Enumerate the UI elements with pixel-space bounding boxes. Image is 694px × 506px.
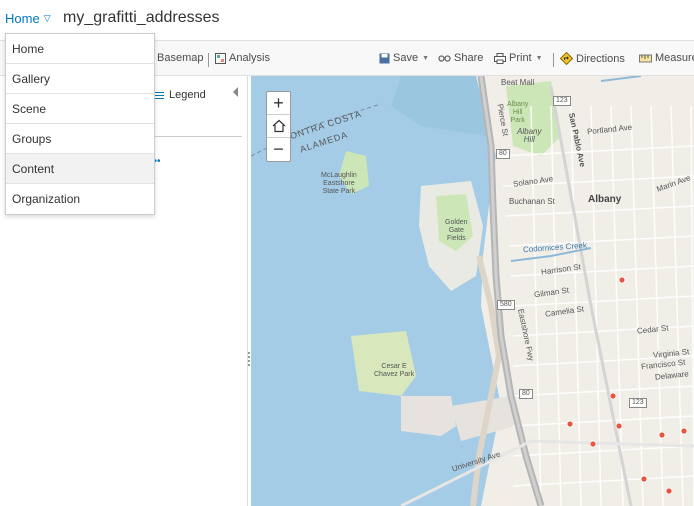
collapse-pane-icon[interactable]: [233, 87, 238, 97]
menu-item-scene[interactable]: Scene: [6, 94, 154, 124]
park-label: McLaughlin Eastshore State Park: [321, 172, 357, 195]
route-shield: 123: [553, 96, 571, 106]
pane-divider: [150, 136, 242, 137]
directions-icon: [560, 52, 573, 65]
park-label: Albany Hill Park: [507, 101, 529, 124]
place-label: Beat Mall: [501, 78, 535, 87]
toolbar-divider: [553, 53, 554, 67]
menu-item-organization[interactable]: Organization: [6, 184, 154, 214]
share-label[interactable]: Share: [454, 52, 483, 64]
save-icon: [379, 53, 390, 63]
share-icon: [438, 54, 451, 62]
save-button[interactable]: Save ▼: [379, 52, 429, 64]
home-label[interactable]: Home: [5, 11, 40, 26]
home-extent-button[interactable]: [267, 115, 290, 138]
park-label: Golden Gate Fields: [445, 219, 468, 242]
map-view[interactable]: CONTRA COSTA ALAMEDA McLaughlin Eastshor…: [251, 76, 694, 506]
menu-item-content[interactable]: Content: [6, 154, 154, 184]
street-label: Buchanan St: [509, 197, 555, 206]
share-button[interactable]: Share: [438, 52, 483, 64]
route-shield: 80: [496, 149, 510, 159]
zoom-out-button[interactable]: −: [267, 138, 290, 161]
measure-button[interactable]: Measure: [639, 52, 694, 64]
park-label: Cesar E Chavez Park: [374, 363, 415, 378]
analysis-icon: [215, 52, 226, 64]
home-dropdown-menu: Home Gallery Scene Groups Content Organi…: [5, 33, 155, 215]
menu-item-gallery[interactable]: Gallery: [6, 64, 154, 94]
print-button[interactable]: Print ▼: [494, 52, 543, 64]
zoom-controls: + −: [266, 91, 291, 162]
print-icon: [494, 52, 506, 64]
analysis-button[interactable]: Analysis: [215, 52, 270, 64]
directions-label[interactable]: Directions: [576, 53, 625, 65]
menu-item-groups[interactable]: Groups: [6, 124, 154, 154]
route-shield: 123: [629, 398, 647, 408]
save-label[interactable]: Save: [393, 52, 418, 64]
basemap-label[interactable]: Basemap: [157, 52, 203, 64]
chevron-down-icon[interactable]: ▼: [422, 55, 429, 62]
route-shield: 80: [519, 389, 533, 399]
measure-label[interactable]: Measure: [655, 52, 694, 64]
menu-item-home[interactable]: Home: [6, 34, 154, 64]
home-menu-button[interactable]: Home ▽: [5, 11, 51, 26]
legend-tab[interactable]: Legend: [155, 89, 206, 101]
map-title: my_grafitti_addresses: [63, 9, 220, 26]
app-root: Home ▽ my_grafitti_addresses Basemap Ana…: [0, 0, 694, 506]
home-icon: [272, 119, 285, 133]
city-label: Albany: [588, 194, 622, 205]
chevron-down-icon[interactable]: ▼: [536, 55, 543, 62]
legend-label[interactable]: Legend: [169, 89, 206, 101]
toolbar-divider: [208, 53, 209, 67]
measure-icon: [639, 54, 652, 62]
legend-icon: [155, 90, 164, 101]
directions-button[interactable]: Directions: [560, 52, 625, 65]
print-label[interactable]: Print: [509, 52, 532, 64]
chevron-down-icon[interactable]: ▽: [44, 13, 51, 24]
zoom-in-button[interactable]: +: [267, 92, 290, 115]
analysis-label[interactable]: Analysis: [229, 52, 270, 64]
hill-label: Albany Hill: [517, 127, 542, 144]
route-shield: 580: [497, 300, 515, 310]
basemap-button[interactable]: Basemap: [157, 52, 203, 64]
